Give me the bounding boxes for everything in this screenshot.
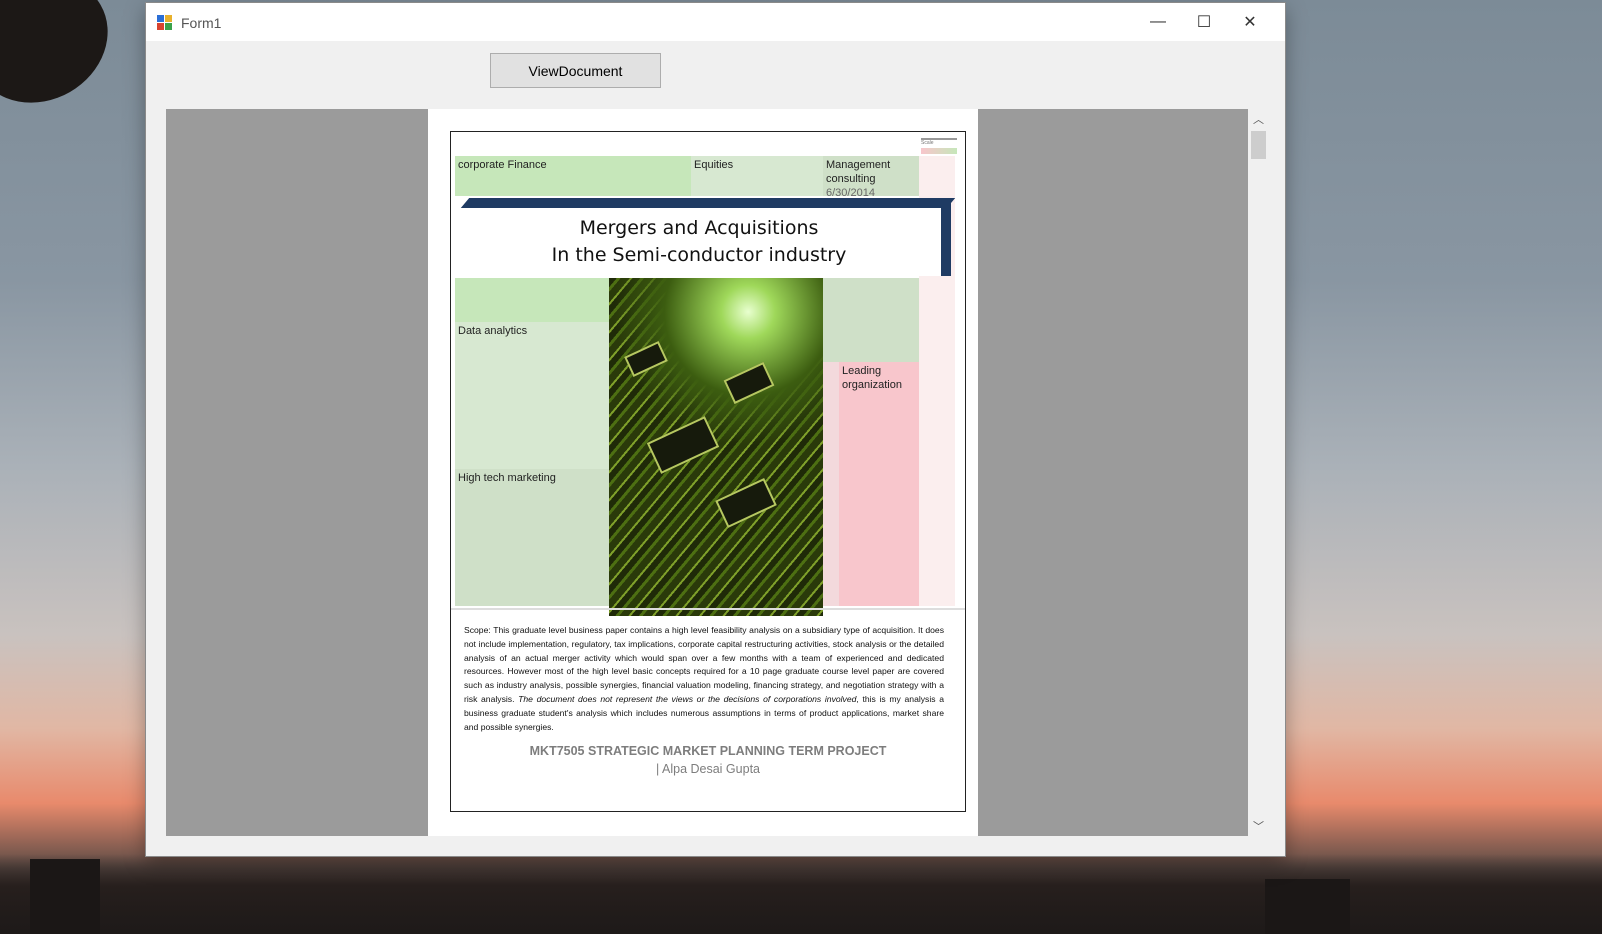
chevron-up-icon[interactable]: ︿: [1248, 109, 1269, 129]
circuit-board-image: [609, 278, 823, 616]
chip: [723, 361, 775, 405]
tile-label: Leading: [842, 365, 882, 377]
tile-pink: [903, 480, 919, 606]
chip: [624, 341, 668, 377]
tile-data-analytics: Data analytics: [455, 322, 609, 469]
building: [1265, 879, 1350, 934]
tile-label: High tech marketing: [458, 472, 556, 484]
scope-text: Scope: This graduate level business pape…: [464, 625, 944, 704]
cover-page: Scale corporate Finance Equities Managem…: [450, 131, 966, 812]
tile-label: consulting: [826, 173, 876, 185]
tile-label: corporate Finance: [458, 159, 547, 171]
document-viewer[interactable]: Scale corporate Finance Equities Managem…: [166, 109, 1248, 836]
tile-management-consulting: Management consulting 6/30/2014: [823, 156, 919, 199]
title-line-2: In the Semi-conductor industry: [551, 244, 847, 266]
scope-italic-text: The document does not represent the view…: [518, 693, 857, 704]
chevron-down-icon[interactable]: ﹀: [1248, 816, 1269, 836]
tile-equities: Equities: [691, 156, 823, 196]
title-banner: Mergers and Acquisitions In the Semi-con…: [457, 198, 956, 278]
scrollbar-thumb[interactable]: [1251, 131, 1266, 159]
tile-label: Data analytics: [458, 325, 528, 337]
scope-paragraph: Scope: This graduate level business pape…: [464, 624, 944, 734]
view-document-button[interactable]: ViewDocument: [490, 53, 661, 88]
building: [30, 859, 100, 934]
chip: [715, 477, 777, 529]
tile-pink: [839, 480, 903, 606]
tile-leading-organization: Leading organization: [839, 362, 919, 480]
close-button[interactable]: ✕: [1227, 3, 1273, 41]
app-icon: [157, 15, 173, 31]
banner-stripe: [460, 198, 956, 208]
maximize-button[interactable]: ☐: [1181, 3, 1227, 41]
tile-label: organization: [842, 379, 902, 391]
document-title: Mergers and Acquisitions In the Semi-con…: [457, 208, 941, 276]
tile-label: Management: [826, 159, 891, 171]
vertical-scrollbar[interactable]: ︿ ﹀: [1248, 109, 1269, 836]
app-window: Form1 — ☐ ✕ ViewDocument Scale corporate…: [146, 3, 1285, 856]
tile-pink: [823, 362, 839, 606]
author-name: | Alpa Desai Gupta: [655, 762, 760, 776]
tile-corporate-finance: corporate Finance: [455, 156, 691, 196]
chip: [646, 416, 720, 474]
tile-label: Equities: [694, 159, 734, 171]
title-line-1: Mergers and Acquisitions: [579, 217, 819, 239]
course-title: MKT7505 STRATEGIC MARKET PLANNING TERM P…: [529, 744, 887, 758]
divider: [451, 608, 965, 610]
window-title: Form1: [181, 15, 222, 31]
tree-silhouette: [0, 0, 131, 127]
minimize-button[interactable]: —: [1135, 3, 1181, 41]
title-bar: Form1 — ☐ ✕: [146, 3, 1285, 41]
tile-green: [455, 278, 609, 322]
tile-high-tech-marketing: High tech marketing: [455, 469, 609, 606]
city-skyline: [0, 854, 1602, 934]
scale-label: Scale: [921, 140, 934, 146]
document-page: Scale corporate Finance Equities Managem…: [428, 109, 978, 836]
tile-green-right: [823, 278, 919, 362]
